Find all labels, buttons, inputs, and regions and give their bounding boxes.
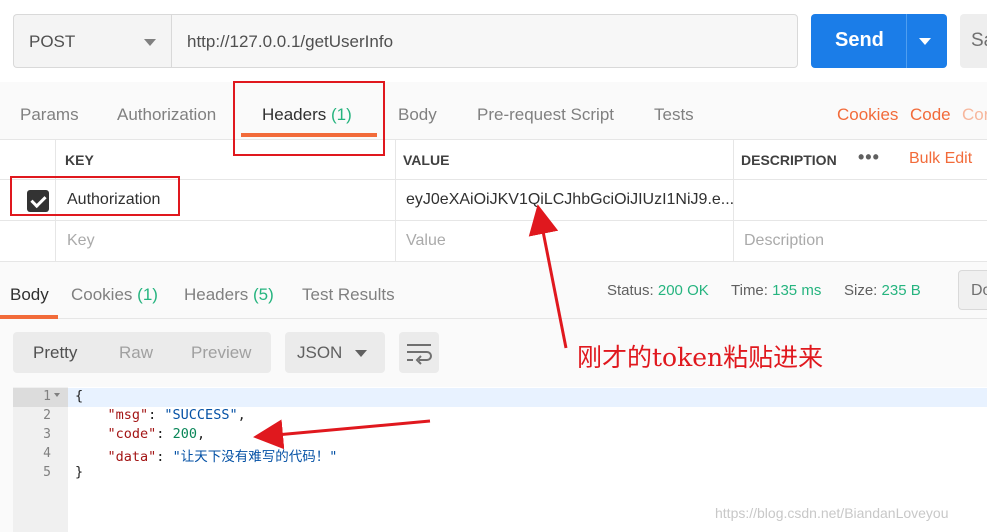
arrow-to-token-value (528, 204, 568, 349)
watermark: https://blog.csdn.net/BiandanLoveyou (715, 505, 949, 521)
annotation-note: 刚才的token粘贴进来 (577, 343, 824, 372)
arrow-to-code-value (253, 419, 431, 450)
annotation-arrows (253, 204, 568, 450)
